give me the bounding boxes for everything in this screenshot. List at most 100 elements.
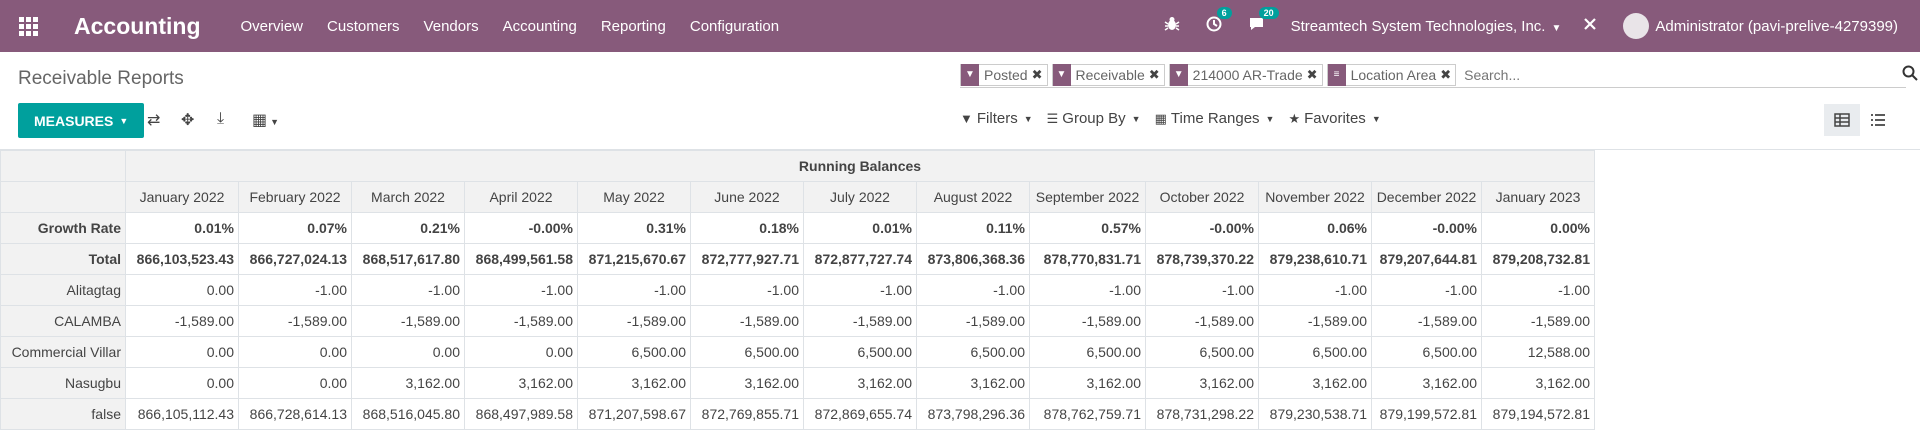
table-cell[interactable]: 0.00	[125, 336, 239, 368]
table-cell[interactable]: -1.00	[1145, 274, 1259, 306]
table-cell[interactable]: 0.00	[125, 274, 239, 306]
remove-icon[interactable]: ✖	[1307, 67, 1322, 83]
table-cell[interactable]: 3,162.00	[803, 367, 917, 399]
month-header[interactable]: December 2022	[1371, 181, 1482, 213]
measures-button[interactable]: MEASURES ▼	[18, 103, 145, 138]
table-cell[interactable]: -1.00	[577, 274, 691, 306]
table-cell[interactable]: 6,500.00	[803, 336, 917, 368]
table-cell[interactable]: -1,589.00	[916, 305, 1030, 337]
month-header[interactable]: September 2022	[1029, 181, 1146, 213]
table-cell[interactable]: 879,194,572.81	[1481, 398, 1595, 430]
month-header[interactable]: January 2022	[125, 181, 239, 213]
table-cell[interactable]: -1,589.00	[690, 305, 804, 337]
table-cell[interactable]: 0.01%	[125, 212, 239, 244]
user-menu[interactable]: Administrator (pavi-prelive-4279399)	[1655, 18, 1898, 35]
table-cell[interactable]: 0.07%	[238, 212, 352, 244]
month-header[interactable]: May 2022	[577, 181, 691, 213]
table-cell[interactable]: -1,589.00	[464, 305, 578, 337]
table-cell[interactable]: 3,162.00	[1258, 367, 1372, 399]
favorites-dropdown[interactable]: ★ Favorites ▼	[1288, 110, 1380, 127]
table-cell[interactable]: 3,162.00	[351, 367, 465, 399]
table-cell[interactable]: -1,589.00	[1029, 305, 1146, 337]
table-cell[interactable]: 6,500.00	[1371, 336, 1482, 368]
month-header[interactable]: August 2022	[916, 181, 1030, 213]
table-cell[interactable]: 879,207,644.81	[1371, 243, 1482, 275]
table-cell[interactable]: 872,777,927.71	[690, 243, 804, 275]
table-cell[interactable]: 872,877,727.74	[803, 243, 917, 275]
table-cell[interactable]: 878,739,370.22	[1145, 243, 1259, 275]
table-cell[interactable]: -1.00	[464, 274, 578, 306]
table-cell[interactable]: -1.00	[803, 274, 917, 306]
table-cell[interactable]: -1,589.00	[351, 305, 465, 337]
month-header[interactable]: February 2022	[238, 181, 352, 213]
table-cell[interactable]: 0.00	[125, 367, 239, 399]
search-icon[interactable]	[1902, 65, 1918, 86]
table-cell[interactable]: 0.31%	[577, 212, 691, 244]
table-cell[interactable]: -0.00%	[1145, 212, 1259, 244]
table-cell[interactable]: 3,162.00	[690, 367, 804, 399]
menu-item-overview[interactable]: Overview	[241, 18, 304, 35]
remove-icon[interactable]: ✖	[1440, 67, 1455, 83]
table-cell[interactable]: 879,199,572.81	[1371, 398, 1482, 430]
table-cell[interactable]: 873,806,368.36	[916, 243, 1030, 275]
table-cell[interactable]: 0.00%	[1481, 212, 1595, 244]
table-cell[interactable]: 866,105,112.43	[125, 398, 239, 430]
table-cell[interactable]: -1,589.00	[803, 305, 917, 337]
table-cell[interactable]: 878,770,831.71	[1029, 243, 1146, 275]
download-icon[interactable]: ⤓	[217, 110, 224, 128]
table-cell[interactable]: 868,499,561.58	[464, 243, 578, 275]
remove-icon[interactable]: ✖	[1149, 67, 1164, 83]
table-cell[interactable]: -1,589.00	[125, 305, 239, 337]
table-cell[interactable]: 6,500.00	[1145, 336, 1259, 368]
month-header[interactable]: June 2022	[690, 181, 804, 213]
month-header[interactable]: November 2022	[1258, 181, 1372, 213]
avatar[interactable]	[1623, 13, 1650, 39]
remove-icon[interactable]: ✖	[1032, 67, 1047, 83]
table-cell[interactable]: 872,869,655.74	[803, 398, 917, 430]
row-header[interactable]: false	[0, 398, 126, 430]
table-cell[interactable]: -0.00%	[464, 212, 578, 244]
table-cell[interactable]: 3,162.00	[916, 367, 1030, 399]
table-cell[interactable]: 3,162.00	[1145, 367, 1259, 399]
table-cell[interactable]: -1,589.00	[577, 305, 691, 337]
app-brand[interactable]: Accounting	[74, 13, 201, 40]
table-cell[interactable]: 0.06%	[1258, 212, 1372, 244]
table-cell[interactable]: 879,238,610.71	[1258, 243, 1372, 275]
table-cell[interactable]: 0.00	[351, 336, 465, 368]
table-cell[interactable]: -1.00	[351, 274, 465, 306]
table-cell[interactable]: 0.00	[238, 336, 352, 368]
table-cell[interactable]: 0.18%	[690, 212, 804, 244]
table-cell[interactable]: 6,500.00	[916, 336, 1030, 368]
table-cell[interactable]: 879,208,732.81	[1481, 243, 1595, 275]
table-cell[interactable]: 878,762,759.71	[1029, 398, 1146, 430]
time-ranges-dropdown[interactable]: ▦ Time Ranges ▼	[1155, 110, 1275, 127]
company-switcher[interactable]: Streamtech System Technologies, Inc. ▼	[1291, 18, 1562, 35]
apps-menu-icon[interactable]	[0, 0, 56, 52]
table-cell[interactable]: 879,230,538.71	[1258, 398, 1372, 430]
menu-item-configuration[interactable]: Configuration	[690, 18, 779, 35]
month-header[interactable]: April 2022	[464, 181, 578, 213]
table-cell[interactable]: -1.00	[1029, 274, 1146, 306]
table-cell[interactable]: -1.00	[238, 274, 352, 306]
table-cell[interactable]: -1.00	[916, 274, 1030, 306]
table-cell[interactable]: -1.00	[1371, 274, 1482, 306]
row-header[interactable]: Total	[0, 243, 126, 275]
row-header[interactable]: Nasugbu	[0, 367, 126, 399]
group-by-dropdown[interactable]: ☰ Group By ▼	[1047, 110, 1141, 127]
month-header[interactable]: July 2022	[803, 181, 917, 213]
month-header[interactable]: March 2022	[351, 181, 465, 213]
table-cell[interactable]: -1.00	[1481, 274, 1595, 306]
close-x-icon[interactable]	[1583, 16, 1597, 36]
table-cell[interactable]: 6,500.00	[1258, 336, 1372, 368]
activity-clock-icon[interactable]: 6	[1206, 6, 1232, 37]
table-cell[interactable]: 6,500.00	[1029, 336, 1146, 368]
table-cell[interactable]: 3,162.00	[1481, 367, 1595, 399]
table-cell[interactable]: -1,589.00	[238, 305, 352, 337]
calendar-icon[interactable]: ▦ ▼	[252, 110, 279, 130]
table-cell[interactable]: 6,500.00	[577, 336, 691, 368]
expand-all-icon[interactable]: ✥	[181, 110, 194, 130]
messages-icon[interactable]: 20	[1248, 6, 1279, 37]
table-cell[interactable]: 873,798,296.36	[916, 398, 1030, 430]
table-cell[interactable]: 872,769,855.71	[690, 398, 804, 430]
table-cell[interactable]: 878,731,298.22	[1145, 398, 1259, 430]
